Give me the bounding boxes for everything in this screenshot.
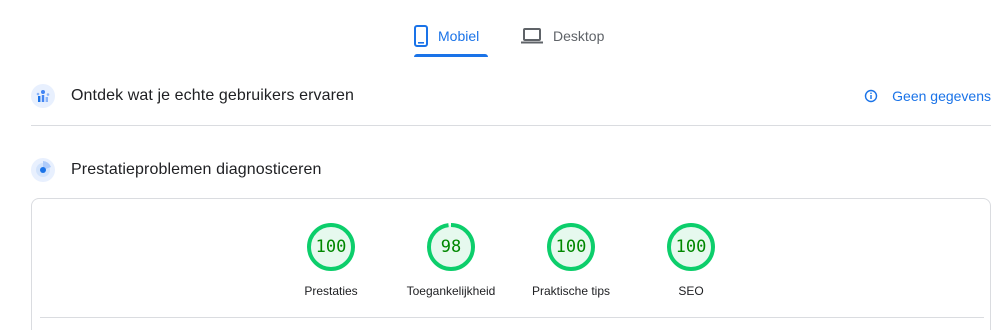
score-card (31, 198, 991, 330)
section-divider (31, 125, 991, 126)
gauge-ring: 100 (306, 222, 356, 272)
info-icon (864, 89, 878, 103)
gauge-accessibility[interactable]: 98 Toegankelijkheid (403, 222, 499, 298)
users-chart-icon (31, 84, 55, 108)
field-data-title: Ontdek wat je echte gebruikers ervaren (71, 87, 355, 104)
gauge-ring: 100 (666, 222, 716, 272)
gauge-performance[interactable]: 100 Prestaties (283, 222, 379, 298)
gauge-label: Praktische tips (531, 284, 611, 298)
gauge-label: SEO (678, 284, 704, 298)
laptop-icon (521, 27, 543, 45)
tab-mobile-label: Mobiel (438, 28, 480, 44)
gauge-label: Prestaties (304, 284, 358, 298)
gauge-score: 98 (440, 237, 462, 257)
gauge-seo[interactable]: 100 SEO (643, 222, 739, 298)
diagnose-title: Prestatieproblemen diagnosticeren (71, 161, 322, 178)
tab-mobile[interactable]: Mobiel (414, 14, 488, 58)
gauge-ring: 100 (546, 222, 596, 272)
card-divider (40, 317, 984, 318)
gauge-label: Toegankelijkheid (406, 284, 496, 298)
gauge-best-practices[interactable]: 100 Praktische tips (523, 222, 619, 298)
phone-icon (414, 25, 428, 47)
gauge-score: 100 (675, 237, 707, 257)
active-tab-indicator (414, 54, 488, 57)
device-tabs: Mobiel Desktop (0, 14, 1003, 58)
tab-desktop[interactable]: Desktop (521, 14, 613, 58)
radar-icon (31, 158, 55, 182)
diagnose-section-header: Prestatieproblemen diagnosticeren (31, 155, 1003, 185)
gauge-score: 100 (315, 237, 347, 257)
tab-desktop-label: Desktop (553, 28, 605, 44)
no-data-link[interactable]: Geen gegevens (864, 88, 991, 104)
no-data-label: Geen gegevens (892, 88, 991, 104)
gauge-score: 100 (555, 237, 587, 257)
gauge-ring: 98 (426, 222, 476, 272)
field-data-section-header: Ontdek wat je echte gebruikers ervaren (31, 81, 1003, 111)
